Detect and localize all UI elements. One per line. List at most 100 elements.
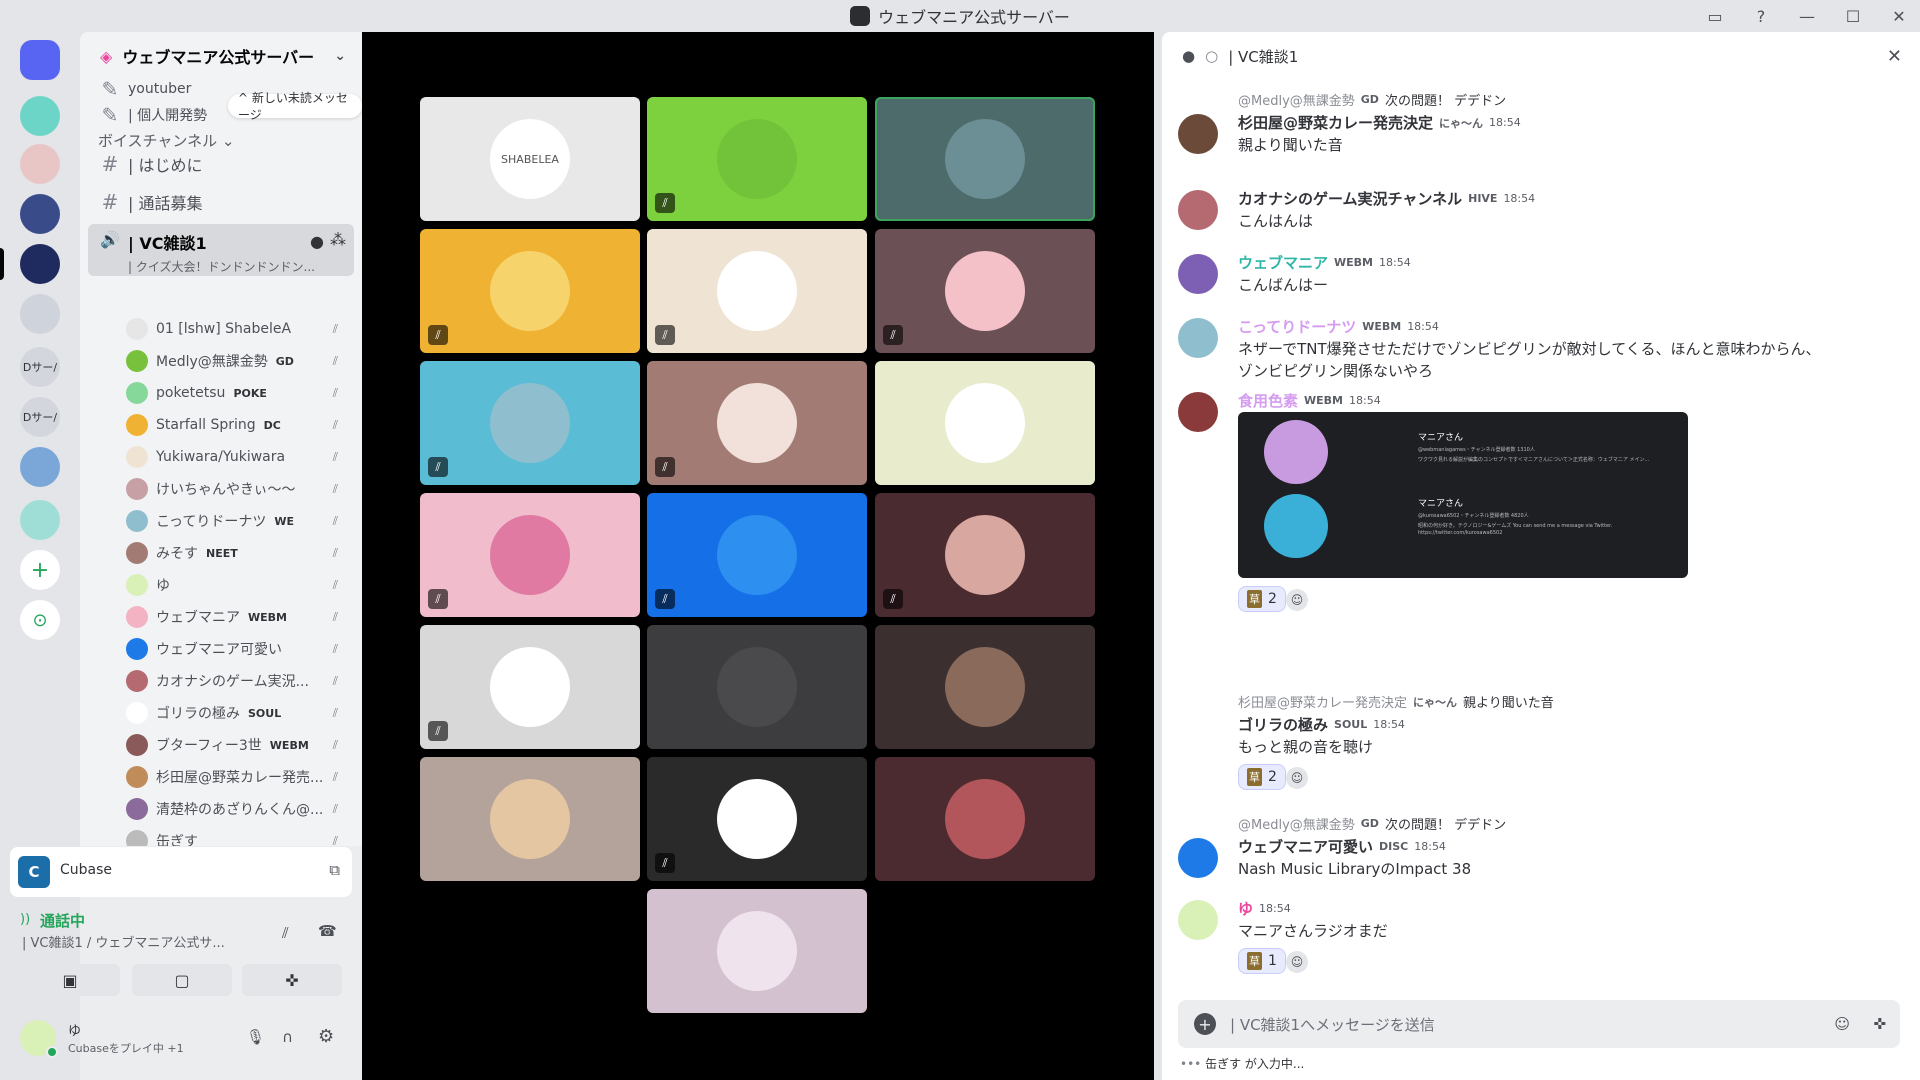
chat-icon[interactable]: ●	[310, 232, 324, 251]
activity-card[interactable]: C Cubase ⧉	[10, 847, 352, 897]
add-reaction-icon[interactable]: ☺	[1286, 767, 1308, 789]
voice-user[interactable]: ゆ ⫽	[126, 572, 362, 598]
discover-icon[interactable]: ⊙	[20, 600, 60, 640]
participant-tile[interactable]: ⫽	[420, 625, 640, 749]
participant-tile[interactable]	[647, 625, 867, 749]
disconnect-icon[interactable]: ☎	[318, 922, 337, 940]
participant-tile[interactable]: ⫽	[420, 361, 640, 485]
author-name[interactable]: ウェブマニア可愛い	[1238, 836, 1373, 857]
author-name[interactable]: ゆ	[1238, 898, 1253, 919]
headphones-icon[interactable]: ∩	[282, 1028, 293, 1046]
voice-user[interactable]: 杉田屋@野菜カレー発売... ⫽	[126, 764, 362, 790]
participant-tile[interactable]	[647, 889, 867, 1013]
server-icon-server-1[interactable]	[20, 96, 60, 136]
minimize-button[interactable]: —	[1796, 5, 1818, 27]
reaction-pill[interactable]: 草1	[1238, 948, 1286, 974]
channel-tsuwa-boshu[interactable]: # | 通話募集	[88, 186, 354, 218]
server-icon-server-3[interactable]	[20, 194, 60, 234]
voice-user[interactable]: poketetsu POKE ⫽	[126, 380, 362, 406]
avatar[interactable]	[1178, 190, 1218, 230]
reaction-pill[interactable]: 草2	[1238, 586, 1286, 612]
close-chat-button[interactable]: ✕	[1887, 46, 1902, 67]
avatar[interactable]	[1178, 318, 1218, 358]
voice-user[interactable]: カオナシのゲーム実況... ⫽	[126, 668, 362, 694]
link-embed[interactable]: マニアさん @webmaniagames・チャンネル登録者数 1310人 ワクワク見…	[1238, 412, 1688, 578]
activity-share-icon[interactable]: ⧉	[329, 861, 340, 879]
participant-tile[interactable]: SHABELEA	[420, 97, 640, 221]
close-window-button[interactable]: ✕	[1888, 5, 1910, 27]
participant-tile[interactable]: ⫽	[647, 757, 867, 881]
noise-suppression-icon[interactable]: ⫽	[282, 924, 289, 942]
voice-user[interactable]: 01 [lshw] ShabeleA ⫽	[126, 316, 362, 342]
voice-connected-status[interactable]: 通話中	[40, 910, 85, 931]
inbox-icon[interactable]: ▭	[1704, 5, 1726, 27]
voice-user[interactable]: ウェブマニア WEBM ⫽	[126, 604, 362, 630]
participant-tile[interactable]: ⫽	[875, 229, 1095, 353]
server-icon-server-5[interactable]	[20, 294, 60, 334]
avatar[interactable]	[1178, 114, 1218, 154]
composer-placeholder[interactable]: | VC雑談1へメッセージを送信	[1230, 1014, 1435, 1035]
activities-button[interactable]: ✜	[242, 964, 342, 996]
participant-tile[interactable]	[875, 757, 1095, 881]
voice-channel-vc-zatsudan-1[interactable]: 🔊 | VC雑談1 | クイズ大会！ドンドンドンドン... ● ⁂	[88, 224, 354, 276]
participant-tile[interactable]: ⫽	[647, 97, 867, 221]
screen-share-button[interactable]: ▢	[132, 964, 232, 996]
author-name[interactable]: 食用色素	[1238, 390, 1298, 411]
settings-gear-icon[interactable]: ⚙	[318, 1026, 334, 1047]
voice-user[interactable]: こってりドーナツ WE ⫽	[126, 508, 362, 534]
participant-tile[interactable]	[875, 625, 1095, 749]
reply-reference[interactable]: 杉田屋@野菜カレー発売決定 にゃ～ん 親より聞いた音	[1238, 692, 1554, 712]
reply-reference[interactable]: @Medly@無課金勢 GD 次の問題！ デデドン	[1238, 90, 1506, 109]
server-icon-folder-1[interactable]: Dサー/	[20, 347, 60, 387]
voice-user[interactable]: Medly@無課金勢 GD ⫽	[126, 348, 362, 374]
participant-tile[interactable]: ⫽	[647, 229, 867, 353]
participant-tile[interactable]	[875, 97, 1095, 221]
participant-tile[interactable]: ⫽	[875, 493, 1095, 617]
maximize-button[interactable]: ☐	[1842, 5, 1864, 27]
voice-user[interactable]: Starfall Spring DC ⫽	[126, 412, 362, 438]
username[interactable]: ゆ	[68, 1020, 81, 1039]
help-icon[interactable]: ?	[1750, 5, 1772, 27]
emoji-icon[interactable]: ☺	[1834, 1015, 1850, 1033]
voice-user[interactable]: 清楚枠のあざりんくん@... ⫽	[126, 796, 362, 822]
author-name[interactable]: こってりドーナツ	[1238, 316, 1356, 337]
avatar[interactable]	[1178, 392, 1218, 432]
microphone-icon[interactable]: 🎙	[246, 1028, 265, 1046]
server-icon-server-2[interactable]	[20, 144, 60, 184]
gamepad-icon[interactable]: ✜	[1873, 1015, 1886, 1033]
author-name[interactable]: ゴリラの極み	[1238, 714, 1328, 735]
new-unread-messages-button[interactable]: ^ 新しい未読メッセージ	[228, 91, 362, 122]
message-composer[interactable]: + | VC雑談1へメッセージを送信 ☺ ✜	[1178, 1000, 1900, 1048]
voice-user[interactable]: ブターフィー3世 WEBM ⫽	[126, 732, 362, 758]
participant-tile[interactable]	[420, 757, 640, 881]
add-attachment-icon[interactable]: +	[1194, 1013, 1216, 1035]
server-icon-server-6[interactable]	[20, 447, 60, 487]
author-name[interactable]: ウェブマニア	[1238, 252, 1328, 273]
voice-user[interactable]: ゴリラの極み SOUL ⫽	[126, 700, 362, 726]
reaction-pill[interactable]: 草2	[1238, 764, 1286, 790]
participant-tile[interactable]: ⫽	[647, 493, 867, 617]
participant-tile[interactable]: ⫽	[420, 493, 640, 617]
author-name[interactable]: 杉田屋@野菜カレー発売決定	[1238, 112, 1433, 133]
add-reaction-icon[interactable]: ☺	[1286, 589, 1308, 611]
participant-tile[interactable]	[875, 361, 1095, 485]
server-icon-folder-2[interactable]: Dサー/	[20, 397, 60, 437]
server-icon-discord-home[interactable]	[20, 40, 60, 80]
avatar[interactable]	[1178, 716, 1218, 756]
avatar[interactable]	[1178, 900, 1218, 940]
server-icon-server-4[interactable]	[20, 244, 60, 284]
add-reaction-icon[interactable]: ☺	[1286, 951, 1308, 973]
voice-user[interactable]: Yukiwara/Yukiwara ⫽	[126, 444, 362, 470]
avatar[interactable]	[1178, 254, 1218, 294]
participant-tile[interactable]: ⫽	[647, 361, 867, 485]
server-header[interactable]: ◈ ウェブマニア公式サーバー ⌄	[80, 32, 362, 80]
channel-hajimeni[interactable]: # | はじめに	[88, 148, 354, 180]
add-server-icon[interactable]: +	[20, 550, 60, 590]
avatar[interactable]	[1178, 838, 1218, 878]
voice-user[interactable]: けいちゃんやきぃ～～ ⫽	[126, 476, 362, 502]
reply-reference[interactable]: @Medly@無課金勢 GD 次の問題！ デデドン	[1238, 814, 1506, 833]
participant-tile[interactable]: ⫽	[420, 229, 640, 353]
camera-off-button[interactable]: ▣	[20, 964, 120, 996]
server-icon-server-7[interactable]	[20, 500, 60, 540]
author-name[interactable]: カオナシのゲーム実況チャンネル	[1238, 188, 1462, 209]
